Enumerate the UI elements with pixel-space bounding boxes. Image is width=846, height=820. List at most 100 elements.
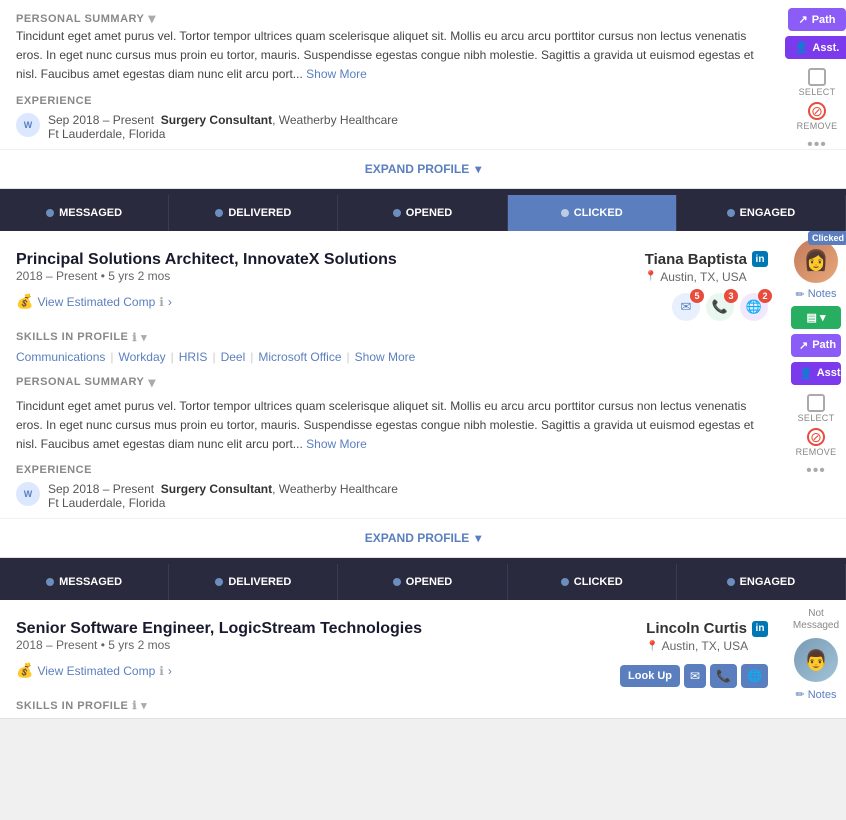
skill-workday[interactable]: Workday <box>119 350 166 364</box>
checkbox-icon-2 <box>807 394 825 412</box>
asst-btn-2[interactable]: 👤 Asst. <box>791 362 841 385</box>
not-messaged-label: Not Messaged <box>790 608 842 632</box>
skills-label: SKILLS IN PROFILE ℹ ▾ <box>16 331 768 344</box>
notes-btn[interactable]: ✏ Notes <box>796 288 837 301</box>
asst-icon-2: 👤 <box>799 367 813 380</box>
path-icon: ↗ <box>798 13 807 26</box>
status-delivered-3: DELIVERED <box>169 564 338 600</box>
expand-chevron-icon: ▾ <box>475 162 481 176</box>
expand-profile-btn-2[interactable]: EXPAND PROFILE ▾ <box>0 518 846 557</box>
lookup-email-btn[interactable]: ✉ <box>684 664 706 688</box>
comp-chevron-icon: › <box>168 295 172 309</box>
summary-chevron2-icon: ▾ <box>148 374 156 391</box>
lookup-web-btn[interactable]: 🌐 <box>741 664 768 688</box>
candidate-header: Principal Solutions Architect, InnovateX… <box>16 251 768 289</box>
company-logo: W <box>16 113 40 137</box>
select-btn[interactable]: SELECT <box>799 68 836 97</box>
clicked-badge: Clicked <box>808 231 846 245</box>
candidate-location: 📍 Austin, TX, USA <box>645 270 768 284</box>
expand-profile-btn[interactable]: EXPAND PROFILE ▾ <box>0 149 846 188</box>
dropdown-icon: ▤ <box>807 311 817 324</box>
more-options-btn-2[interactable]: ••• <box>806 462 826 480</box>
lookup-phone-btn[interactable]: 📞 <box>710 664 737 688</box>
status-messaged: MESSAGED <box>0 195 169 231</box>
status-engaged: ENGAGED <box>677 195 846 231</box>
remove-icon: ⊘ <box>808 102 826 120</box>
path-button[interactable]: ↗ Path <box>788 8 845 31</box>
linkedin-icon[interactable]: in <box>752 251 768 267</box>
comp-icon: 💰 <box>16 293 33 310</box>
skills-row: Communications | Workday | HRIS | Deel |… <box>16 350 768 364</box>
exp-item-2: W Sep 2018 – Present Surgery Consultant,… <box>16 482 768 510</box>
asst-icon: 👤 <box>795 41 809 54</box>
skill-hris[interactable]: HRIS <box>179 350 208 364</box>
skills-label-3: SKILLS IN PROFILE ℹ ▾ <box>16 699 768 712</box>
status-clicked-3: CLICKED <box>508 564 677 600</box>
lookup-btn[interactable]: Look Up <box>620 665 680 687</box>
skills-info-icon: ℹ <box>132 331 137 344</box>
status-messaged-3: MESSAGED <box>0 564 169 600</box>
expand-chevron2-icon: ▾ <box>475 531 481 545</box>
candidate-dates-3: 2018 – Present • 5 yrs 2 mos <box>16 638 422 652</box>
remove-btn-2[interactable]: ⊘ REMOVE <box>796 428 837 457</box>
summary-chevron-icon[interactable]: ▾ <box>148 10 156 27</box>
status-opened-3: OPENED <box>338 564 507 600</box>
view-comp-btn[interactable]: 💰 View Estimated Comp ℹ › <box>16 293 172 310</box>
experience-label-2: EXPERIENCE <box>16 464 768 476</box>
exp-details: Sep 2018 – Present Surgery Consultant, W… <box>48 113 398 141</box>
path-btn-2[interactable]: ↗ Path <box>791 334 841 357</box>
notes-pencil-icon-3: ✏ <box>796 688 805 701</box>
info-icon: ℹ <box>159 295 164 309</box>
personal-summary-header[interactable]: PERSONAL SUMMARY ▾ <box>16 374 768 391</box>
path-icon-2: ↗ <box>799 339 808 352</box>
notes-pencil-icon: ✏ <box>796 288 805 301</box>
select-btn-2[interactable]: SELECT <box>798 394 835 423</box>
email-count: 5 <box>690 289 704 303</box>
skills-chevron-icon[interactable]: ▾ <box>141 331 147 344</box>
skill-microsoft-office[interactable]: Microsoft Office <box>258 350 341 364</box>
skill-communications[interactable]: Communications <box>16 350 105 364</box>
info-icon-3: ℹ <box>159 664 164 678</box>
avatar: 👩 <box>794 239 838 283</box>
skills-info-icon-3: ℹ <box>132 699 137 712</box>
candidate-title: Principal Solutions Architect, InnovateX… <box>16 251 397 269</box>
remove-btn[interactable]: ⊘ REMOVE <box>797 102 838 131</box>
phone-badge[interactable]: 📞 3 <box>706 293 734 321</box>
comp-chevron-icon-3: › <box>168 664 172 678</box>
experience-item: W Sep 2018 – Present Surgery Consultant,… <box>16 113 776 141</box>
skills-chevron-icon-3[interactable]: ▾ <box>141 699 147 712</box>
show-more-link[interactable]: Show More <box>306 67 367 81</box>
status-opened: OPENED <box>338 195 507 231</box>
more-options-btn[interactable]: ••• <box>807 136 827 154</box>
view-comp-btn-3[interactable]: 💰 View Estimated Comp ℹ › <box>16 662 172 679</box>
phone-count: 3 <box>724 289 738 303</box>
email-badge[interactable]: ✉ 5 <box>672 293 700 321</box>
status-delivered: DELIVERED <box>169 195 338 231</box>
avatar-3: 👨 <box>794 638 838 682</box>
show-more-2[interactable]: Show More <box>306 437 367 451</box>
asst-button[interactable]: 👤 Asst. <box>785 36 846 59</box>
web-badge[interactable]: 🌐 2 <box>740 293 768 321</box>
comp-icon-3: 💰 <box>16 662 33 679</box>
status-bar: MESSAGED DELIVERED OPENED CLICKED ENGAGE… <box>0 195 846 231</box>
candidate-title-3: Senior Software Engineer, LogicStream Te… <box>16 620 422 638</box>
checkbox-icon <box>808 68 826 86</box>
card2-sidebar: 👩 Clicked ✏ Notes ▤ ▾ ↗ Path 👤 Asst. SEL… <box>786 231 846 488</box>
skill-deel[interactable]: Deel <box>221 350 246 364</box>
contact-icons: ✉ 5 📞 3 🌐 2 <box>672 293 768 321</box>
location-pin-icon-3: 📍 <box>646 641 658 652</box>
linkedin-icon-3[interactable]: in <box>752 621 768 637</box>
card3-sidebar: Not Messaged 👨 ✏ Notes <box>786 600 846 709</box>
candidate-header-3: Senior Software Engineer, LogicStream Te… <box>16 620 768 658</box>
experience-label: EXPERIENCE <box>16 95 776 107</box>
location-pin-icon: 📍 <box>645 271 657 282</box>
notes-btn-3[interactable]: ✏ Notes <box>796 688 837 701</box>
web-count: 2 <box>758 289 772 303</box>
summary-text: Tincidunt eget amet purus vel. Tortor te… <box>16 27 776 85</box>
green-dropdown-btn[interactable]: ▤ ▾ <box>791 306 841 329</box>
status-bar-3: MESSAGED DELIVERED OPENED CLICKED ENGAGE… <box>0 564 846 600</box>
personal-summary-label: PERSONAL SUMMARY ▾ <box>16 10 776 27</box>
avatar-container: 👩 Clicked <box>794 239 838 283</box>
skills-show-more[interactable]: Show More <box>355 350 416 364</box>
top-sidebar: ↗ Path 👤 Asst. SELECT ⊘ REMOVE ••• <box>788 0 846 162</box>
